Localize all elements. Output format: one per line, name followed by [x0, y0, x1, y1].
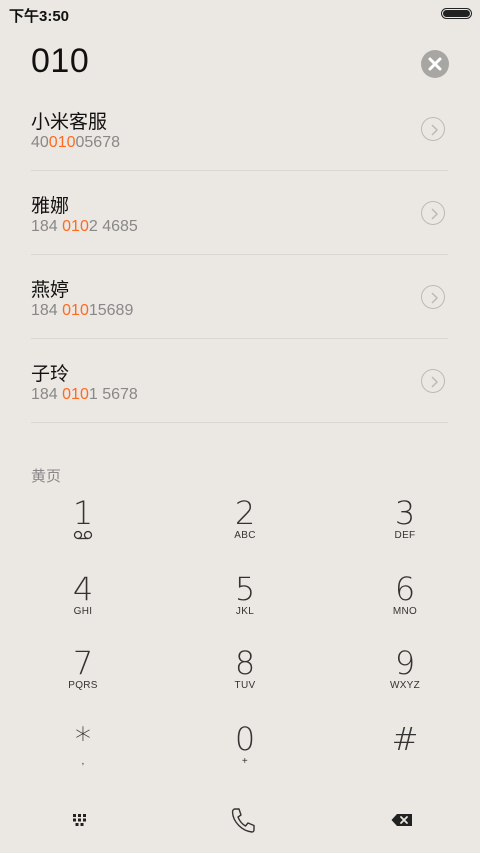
call-button[interactable] [163, 790, 323, 850]
close-icon [428, 57, 442, 71]
keypad-grid-icon [73, 814, 86, 826]
contact-name: 燕婷 [31, 280, 70, 301]
match-highlight: 010 [62, 218, 89, 235]
contact-result[interactable]: 雅娜 184 0102 4685 [31, 171, 448, 255]
chevron-right-icon [431, 208, 439, 220]
contact-name: 小米客服 [31, 112, 108, 133]
status-bar: 下午3:50 [0, 0, 480, 28]
contact-detail-button[interactable] [421, 201, 445, 225]
dialed-number: 010 [31, 42, 90, 80]
contact-number: 184 01015689 [31, 302, 134, 319]
toggle-keypad-button[interactable] [0, 790, 160, 850]
match-highlight: 010 [48, 134, 76, 151]
yellow-pages-label[interactable]: 黄页 [31, 465, 61, 486]
contact-result[interactable]: 小米客服 4001005678 [31, 87, 448, 171]
match-highlight: 010 [62, 386, 89, 403]
key-9[interactable]: 9 WXYZ [325, 646, 480, 720]
key-0[interactable]: 0 + [165, 722, 325, 796]
key-6[interactable]: 6 MNO [325, 572, 480, 646]
key-5[interactable]: 5 JKL [165, 572, 325, 646]
phone-icon [231, 808, 255, 833]
delete-button[interactable] [322, 790, 480, 850]
key-2[interactable]: 2 ABC [165, 496, 325, 570]
bottom-action-bar [0, 790, 480, 850]
contact-result[interactable]: 子玲 184 0101 5678 [31, 339, 448, 423]
chevron-right-icon [431, 292, 439, 304]
contact-name: 雅娜 [31, 196, 70, 217]
key-7[interactable]: 7 PQRS [3, 646, 163, 720]
contact-detail-button[interactable] [421, 285, 445, 309]
key-4[interactable]: 4 GHI [3, 572, 163, 646]
contact-results-list: 小米客服 4001005678 雅娜 184 0102 4685 燕婷 184 … [31, 87, 448, 423]
match-highlight: 010 [62, 302, 89, 319]
contact-number: 184 0101 5678 [31, 386, 138, 403]
backspace-icon [391, 814, 412, 826]
key-star[interactable]: * , [3, 722, 163, 796]
contact-detail-button[interactable] [421, 117, 445, 141]
key-hash[interactable]: # [325, 722, 480, 796]
contact-name: 子玲 [31, 364, 70, 385]
battery-icon [441, 8, 472, 19]
contact-number: 4001005678 [31, 134, 120, 151]
status-time: 下午3:50 [9, 8, 70, 25]
key-1[interactable]: 1 [3, 496, 163, 570]
key-3[interactable]: 3 DEF [325, 496, 480, 570]
contact-result[interactable]: 燕婷 184 01015689 [31, 255, 448, 339]
chevron-right-icon [431, 124, 439, 136]
contact-number: 184 0102 4685 [31, 218, 138, 235]
chevron-right-icon [431, 376, 439, 388]
contact-detail-button[interactable] [421, 369, 445, 393]
clear-button[interactable] [421, 50, 449, 78]
key-8[interactable]: 8 TUV [165, 646, 325, 720]
